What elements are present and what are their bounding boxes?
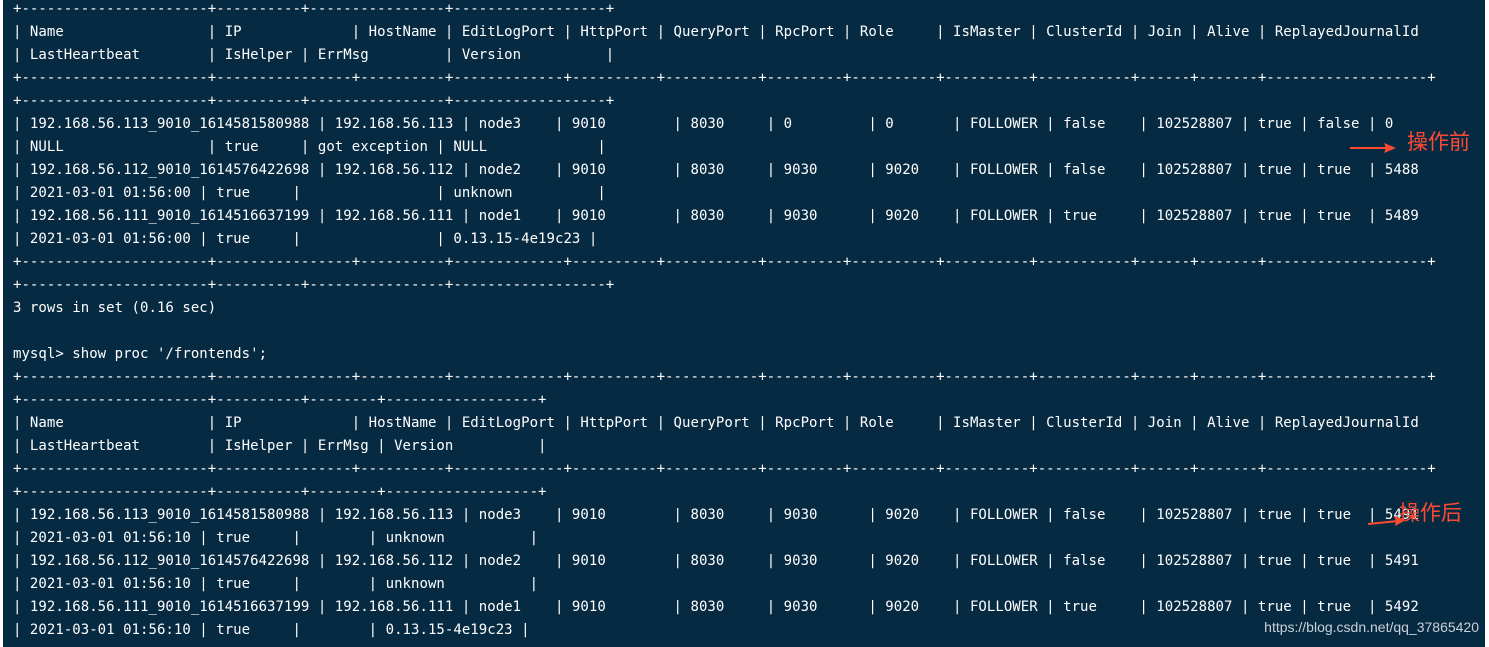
table-border-line: +----------------------+----------+-----… (13, 392, 547, 408)
before-arrow-icon (1350, 143, 1396, 153)
table-border-line: +----------------------+----------------… (13, 254, 1436, 270)
table-row-line: | 192.168.56.112_9010_1614576422698 | 19… (13, 162, 1419, 178)
table-row-line: | NULL | true | got exception | NULL | (13, 139, 606, 155)
table-row-line: | 192.168.56.113_9010_1614581580988 | 19… (13, 116, 1394, 132)
table-header-line: | LastHeartbeat | IsHelper | ErrMsg | Ve… (13, 438, 547, 454)
terminal-window[interactable]: +----------------------+----------+-----… (3, 0, 1485, 647)
table-row-line: | 2021-03-01 01:56:10 | true | | unknown… (13, 576, 539, 592)
table-row-line: | 2021-03-01 01:56:00 | true | | unknown… (13, 185, 606, 201)
watermark: https://blog.csdn.net/qq_37865420 (1264, 619, 1479, 635)
table-header-line: | LastHeartbeat | IsHelper | ErrMsg | Ve… (13, 47, 615, 63)
table-border-line: +----------------------+----------+-----… (13, 484, 547, 500)
table-row-line: | 192.168.56.113_9010_1614581580988 | 19… (13, 507, 1419, 523)
table-border-line: +----------------------+----------+-----… (13, 1, 615, 17)
table-border-line: +----------------------+----------+-----… (13, 277, 615, 293)
table-border-line: +----------------------+----------------… (13, 461, 1436, 477)
table-row-line: | 2021-03-01 01:56:00 | true | | 0.13.15… (13, 231, 598, 247)
before-annotation: 操作前 (1407, 130, 1470, 154)
table-row-line: | 2021-03-01 01:56:10 | true | | unknown… (13, 530, 539, 546)
table-row-line: | 192.168.56.111_9010_1614516637199 | 19… (13, 208, 1419, 224)
table-row-line: | 192.168.56.112_9010_1614576422698 | 19… (13, 553, 1419, 569)
command-line: mysql> show proc '/frontends'; (13, 346, 268, 362)
table-row-line: | 2021-03-01 01:56:10 | true | | 0.13.15… (13, 622, 530, 638)
table-header-line: | Name | IP | HostName | EditLogPort | H… (13, 24, 1419, 40)
result-summary-line: 3 rows in set (0.16 sec) (13, 300, 217, 316)
table-header-line: | Name | IP | HostName | EditLogPort | H… (13, 415, 1419, 431)
table-row-line: | 192.168.56.111_9010_1614516637199 | 19… (13, 599, 1419, 615)
table-border-line: +----------------------+----------------… (13, 369, 1436, 385)
table-border-line: +----------------------+----------+-----… (13, 93, 615, 109)
table-border-line: +----------------------+----------------… (13, 70, 1436, 86)
after-annotation: 操作后 (1399, 501, 1462, 525)
